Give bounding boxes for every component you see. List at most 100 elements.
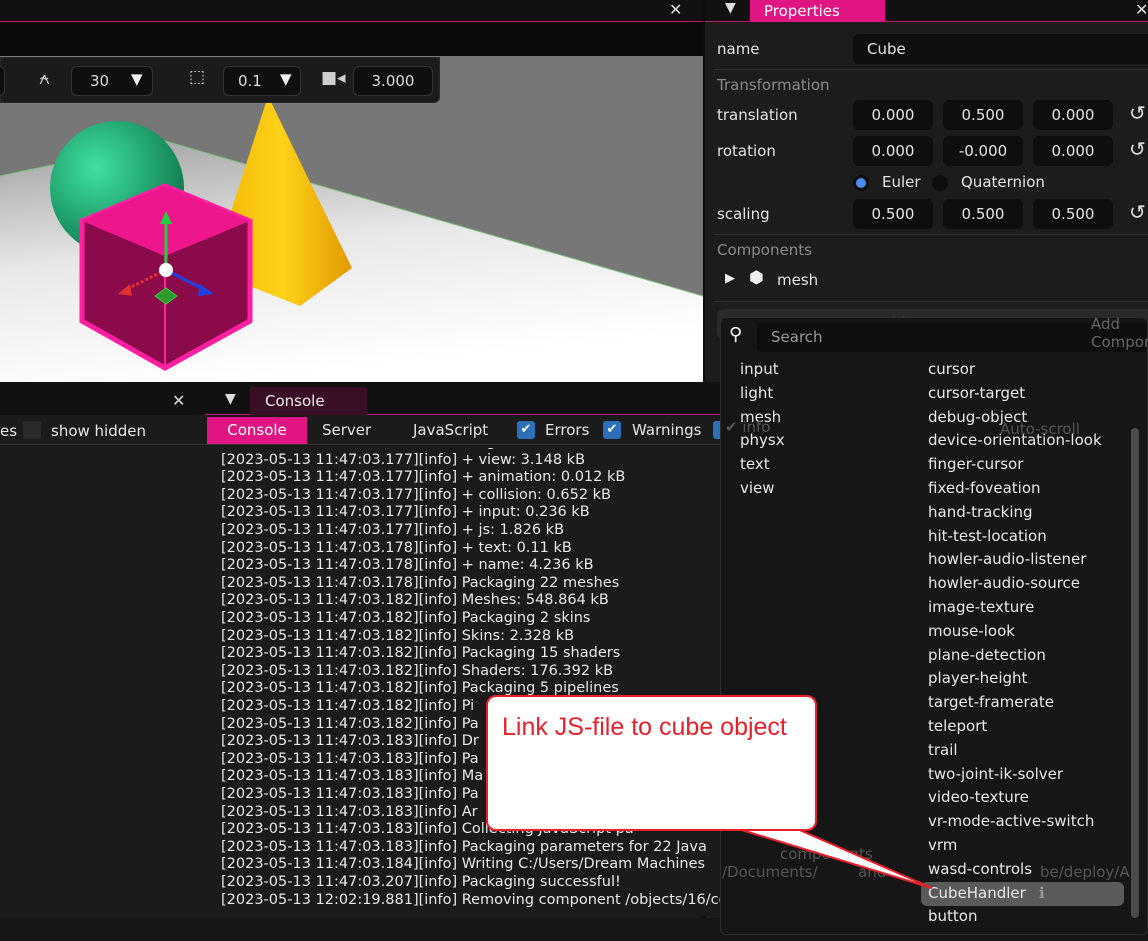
warnings-checkbox[interactable]: ✔ — [603, 421, 621, 439]
divider — [715, 69, 1148, 70]
rotation-x-field[interactable]: 0.000 — [853, 136, 933, 166]
component-option[interactable]: howler-audio-source — [928, 574, 1080, 592]
console-log-line: [2023-05-13 11:47:03.182][info] Packagin… — [221, 645, 621, 662]
console-log-line: [2023-05-13 11:47:03.177][info] + animat… — [221, 469, 626, 486]
popup-scrollbar[interactable] — [1131, 428, 1139, 918]
translation-label: translation — [717, 106, 798, 124]
viewport-menu-strip — [0, 22, 703, 56]
grid-snap-dropdown-icon[interactable]: ▼ — [280, 70, 292, 88]
panel-menu-icon[interactable]: ▼ — [725, 0, 736, 16]
console-log-line: [2023-05-13 11:47:03.182][info] Packagin… — [221, 610, 591, 626]
scaling-reset-icon[interactable]: ↺ — [1129, 200, 1146, 224]
component-option[interactable]: text — [740, 455, 770, 473]
component-option[interactable]: trail — [928, 741, 958, 759]
component-menu-icon[interactable]: ⋮ — [1143, 268, 1148, 288]
properties-close-button[interactable]: ✕ — [1135, 0, 1148, 19]
console-log-line: [2023-05-13 11:47:03.178][info] + name: … — [221, 557, 594, 574]
component-option[interactable]: light — [740, 384, 773, 402]
camera-value-field[interactable]: 3.000 — [353, 66, 433, 96]
outliner-toolbar-fragment: es — [0, 422, 18, 440]
translation-y-field[interactable]: 0.500 — [943, 100, 1023, 130]
component-option[interactable]: vr-mode-active-switch — [928, 812, 1094, 830]
component-search-input[interactable]: Search — [757, 322, 1147, 352]
scaling-label: scaling — [717, 205, 770, 223]
component-option[interactable]: two-joint-ik-solver — [928, 765, 1063, 783]
radio-dot — [856, 178, 866, 188]
console-log-line: [2023-05-13 11:47:03.178][info] + text: … — [221, 539, 572, 556]
component-option[interactable]: cursor — [928, 360, 975, 378]
console-log-line: [2023-05-13 11:47:03.178][info] Packagin… — [221, 574, 620, 591]
component-option[interactable]: fixed-foveation — [928, 479, 1041, 497]
console-log-line: [2023-05-13 12:02:19.881][info] Removing… — [221, 891, 721, 908]
name-label: name — [717, 40, 760, 58]
mesh-component-label[interactable]: mesh — [777, 271, 818, 289]
tab-javascript[interactable]: JavaScript — [413, 421, 488, 439]
tab-console[interactable]: Console — [207, 417, 307, 444]
component-option[interactable]: video-texture — [928, 788, 1029, 806]
toolbar-cut-field[interactable] — [0, 66, 5, 96]
rotation-y-field[interactable]: -0.000 — [943, 136, 1023, 166]
autoscroll-label: Auto-scroll — [1000, 420, 1080, 438]
component-option[interactable]: hand-tracking — [928, 503, 1033, 521]
console-panel: ▼ Console Console Server JavaScript ✔ Er… — [205, 382, 723, 916]
scaling-z-field[interactable]: 0.500 — [1033, 199, 1113, 229]
component-option[interactable]: view — [740, 479, 775, 497]
scene-outliner-panel: ✕ es show hidden — [0, 382, 205, 916]
euler-radio[interactable] — [853, 175, 869, 191]
errors-checkbox[interactable]: ✔ — [517, 421, 535, 439]
component-option[interactable]: input — [740, 360, 779, 378]
overflow-fragment: be/deploy/A — [1040, 863, 1130, 881]
quaternion-label: Quaternion — [961, 173, 1045, 191]
name-input[interactable]: Cube — [853, 34, 1148, 64]
component-option[interactable]: hit-test-location — [928, 527, 1047, 545]
console-log-line: [2023-05-13 11:47:03.182][info] Skins: 2… — [221, 627, 575, 644]
component-option[interactable]: button — [928, 907, 977, 925]
expand-arrow-icon[interactable]: ▶ — [725, 271, 735, 286]
console-log-line: [2023-05-13 11:47:03.183][info] Ma — [221, 768, 484, 785]
tab-properties[interactable]: Properties — [750, 0, 885, 22]
console-log-line: [2023-05-13 11:47:03.183][info] Pa — [221, 750, 479, 767]
show-hidden-label: show hidden — [51, 422, 146, 440]
mesh-cube-icon: ⬢ — [749, 268, 764, 288]
warnings-label: Warnings — [632, 421, 702, 439]
component-option[interactable]: image-texture — [928, 598, 1034, 616]
rotation-z-field[interactable]: 0.000 — [1033, 136, 1113, 166]
component-option[interactable]: player-height — [928, 669, 1027, 687]
console-log-line: [2023-05-13 11:47:03.183][info] Packagin… — [221, 838, 707, 855]
transformation-section-label: Transformation — [717, 76, 830, 94]
viewport-close-button[interactable]: ✕ — [669, 0, 682, 19]
component-option[interactable]: mouse-look — [928, 622, 1015, 640]
camera-icon: ■◂ — [321, 68, 346, 88]
translation-x-field[interactable]: 0.000 — [853, 100, 933, 130]
component-option[interactable]: CubeHandler — [928, 884, 1026, 902]
callout-text: Link JS-file to cube object — [502, 713, 787, 741]
component-option[interactable]: wasd-controls — [928, 860, 1032, 878]
quaternion-radio[interactable] — [932, 175, 948, 191]
info-icon[interactable]: ℹ — [1039, 884, 1045, 902]
angle-snap-dropdown-icon[interactable]: ▼ — [131, 70, 143, 88]
divider — [0, 444, 205, 445]
outliner-close-button[interactable]: ✕ — [172, 391, 185, 410]
console-log-line: [2023-05-13 11:47:03.183][info] Dr — [221, 733, 479, 750]
console-log[interactable]: [2023-05-13 11:47:03.177][info] + light:… — [205, 448, 721, 914]
popup-scroll-thumb[interactable] — [1131, 428, 1139, 918]
component-option[interactable]: finger-cursor — [928, 455, 1023, 473]
panel-menu-icon[interactable]: ▼ — [225, 391, 236, 407]
add-component-ghost-text: Add Component — [1091, 315, 1148, 351]
console-log-line: [2023-05-13 11:47:03.182][info] Pa — [221, 715, 479, 732]
rotation-reset-icon[interactable]: ↺ — [1129, 137, 1146, 161]
component-option[interactable]: teleport — [928, 717, 987, 735]
tab-server[interactable]: Server — [322, 421, 371, 439]
scaling-y-field[interactable]: 0.500 — [943, 199, 1023, 229]
translation-z-field[interactable]: 0.000 — [1033, 100, 1113, 130]
component-option[interactable]: plane-detection — [928, 646, 1046, 664]
rotation-label: rotation — [717, 142, 776, 160]
component-option[interactable]: target-framerate — [928, 693, 1054, 711]
console-panel-tab[interactable]: Console — [250, 387, 367, 415]
component-option[interactable]: howler-audio-listener — [928, 550, 1086, 568]
show-hidden-checkbox[interactable] — [23, 421, 41, 439]
scene-viewport[interactable] — [0, 56, 703, 382]
component-option[interactable]: cursor-target — [928, 384, 1025, 402]
scaling-x-field[interactable]: 0.500 — [853, 199, 933, 229]
translation-reset-icon[interactable]: ↺ — [1129, 101, 1146, 125]
